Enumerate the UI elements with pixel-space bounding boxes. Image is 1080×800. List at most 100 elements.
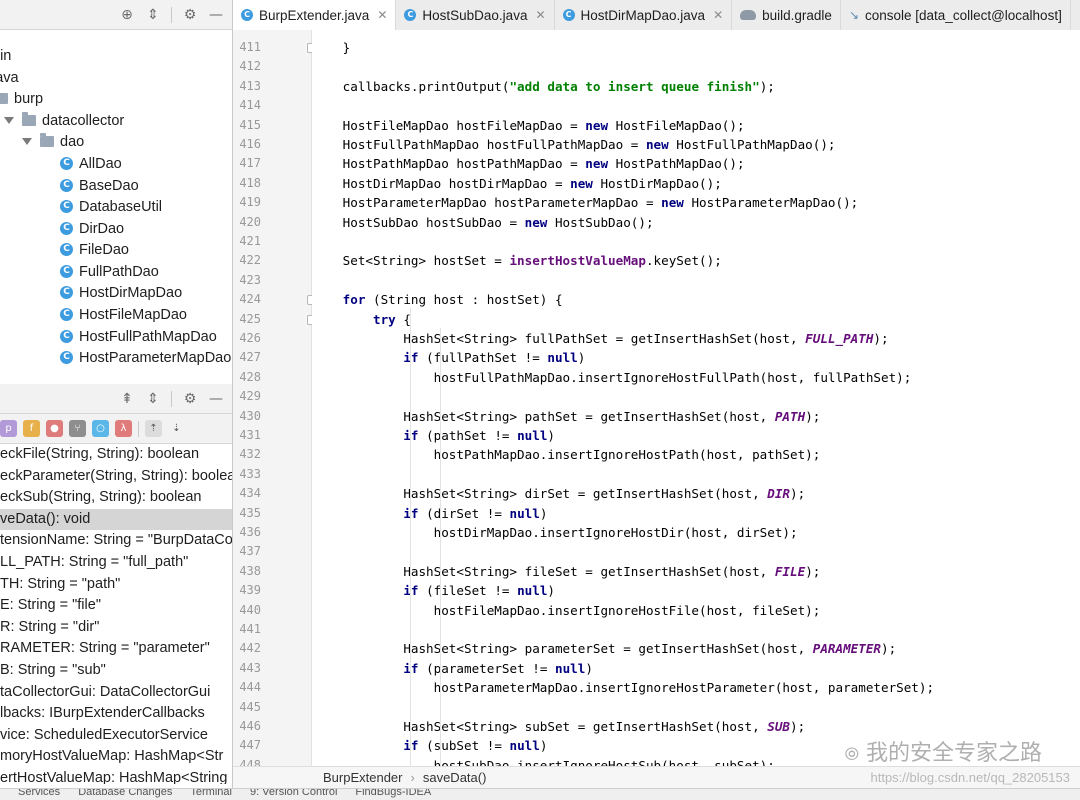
class-icon: C (60, 330, 73, 343)
structure-member[interactable]: RAMETER: String = "parameter" (0, 638, 232, 660)
editor-tab[interactable]: C HostSubDao.java ✕ (396, 0, 555, 30)
tree-item-dirdao[interactable]: C DirDao (60, 218, 124, 239)
code-line: if (fileSet != null) (312, 581, 555, 600)
tree-item-label: AllDao (79, 155, 122, 172)
structure-member[interactable]: moryHostValueMap: HashMap<Str (0, 746, 232, 768)
tool-window-button[interactable]: Terminal (190, 789, 232, 798)
tree-item-ain[interactable]: ain (0, 45, 11, 66)
line-number: 416 (239, 137, 261, 151)
code-token: { (395, 311, 411, 327)
code-token: HostFullPathMapDao hostFullPathMapDao = (312, 137, 646, 152)
show-properties-icon[interactable]: p (0, 420, 17, 437)
structure-member[interactable]: eckParameter(String, String): boolea (0, 466, 232, 488)
line-number: 414 (239, 98, 261, 113)
code-token: new (524, 214, 548, 230)
close-icon[interactable]: ✕ (377, 8, 387, 22)
minimize-icon[interactable]: — (208, 7, 224, 23)
tree-item-hostfilemapdao[interactable]: C HostFileMapDao (60, 304, 187, 325)
collapse-all-icon[interactable]: ⇕ (145, 7, 161, 23)
line-number: 434 (239, 486, 261, 501)
editor-tab[interactable]: C BurpExtender.java ✕ (233, 0, 397, 30)
close-icon[interactable]: ✕ (535, 8, 545, 22)
structure-member[interactable]: LL_PATH: String = "full_path" (0, 552, 232, 574)
autoscroll-from-source-icon[interactable]: ⇣ (168, 420, 185, 437)
tool-window-button[interactable]: FindBugs-IDEA (355, 789, 431, 798)
line-gutter: 411 412 413 414 415 416 417 418 419 420 421 422 423 4… (233, 30, 317, 772)
structure-member[interactable]: tensionName: String = "BurpDataCo (0, 530, 232, 552)
structure-member[interactable]: E: String = "file" (0, 595, 232, 617)
code-token: ); (805, 563, 821, 579)
tree-item-hostparametermapdao[interactable]: C HostParameterMapDao (60, 347, 231, 368)
editor-tab[interactable]: C HostDirMapDao.java ✕ (555, 0, 733, 30)
code-token: hostParameterMapDao.insertIgnoreHostPara… (312, 680, 935, 696)
gear-icon[interactable]: ⚙ (182, 391, 198, 407)
show-non-public-icon[interactable]: ● (46, 420, 63, 437)
structure-member[interactable]: eckSub(String, String): boolean (0, 487, 232, 509)
show-anonymous-icon[interactable]: ○ (92, 420, 109, 437)
tool-window-button[interactable]: Services (18, 789, 60, 798)
tab-label: HostDirMapDao.java (580, 7, 706, 23)
chevron-down-icon[interactable] (4, 117, 14, 124)
minimize-icon[interactable]: — (208, 391, 224, 407)
code-token: ); (881, 641, 897, 657)
chevron-down-icon[interactable] (22, 138, 32, 145)
structure-member[interactable]: eckFile(String, String): boolean (0, 444, 232, 466)
code-line: HostPathMapDao hostPathMapDao = new Host… (312, 154, 745, 173)
structure-member[interactable]: lbacks: IBurpExtenderCallbacks (0, 703, 232, 725)
code-token: new (570, 175, 593, 191)
expand-all-icon[interactable]: ⇞ (119, 391, 135, 407)
code-token: ) (585, 660, 593, 676)
collapse-all-icon[interactable]: ⇕ (145, 391, 161, 407)
breadcrumb-item[interactable]: saveData() (423, 770, 487, 785)
code-editor[interactable]: } callbacks.printOutput("add data to ins… (312, 30, 1080, 766)
toolbar-divider (171, 390, 172, 407)
package-icon (40, 133, 54, 147)
tool-window-button[interactable]: Database Changes (78, 789, 172, 798)
code-token: ) (539, 738, 548, 754)
package-icon (0, 93, 8, 104)
tree-item-filedao[interactable]: C FileDao (60, 239, 129, 260)
tree-item-databaseutil[interactable]: C DatabaseUtil (60, 196, 162, 217)
tool-window-button[interactable]: 9: Version Control (250, 789, 337, 798)
structure-member[interactable]: B: String = "sub" (0, 660, 232, 682)
tree-item-basedao[interactable]: C BaseDao (60, 175, 139, 196)
gear-icon[interactable]: ⚙ (182, 7, 198, 23)
tree-item-alldao[interactable]: C AllDao (60, 153, 122, 174)
locate-icon[interactable]: ⊕ (119, 7, 135, 23)
tree-item-burp[interactable]: burp (0, 88, 43, 109)
structure-member[interactable]: TH: String = "path" (0, 574, 232, 596)
line-number: 428 (239, 369, 261, 384)
structure-member[interactable]: veData(): void (0, 508, 232, 531)
code-token: (fileSet != (418, 583, 518, 599)
show-fields-icon[interactable]: f (23, 420, 40, 437)
line-number: 430 (239, 408, 261, 423)
code-line: if (pathSet != null) (312, 426, 555, 445)
code-line: HostFullPathMapDao hostFullPathMapDao = … (312, 135, 836, 154)
line-number: 443 (239, 660, 261, 675)
tree-item-label: HostDirMapDao (79, 284, 183, 301)
tree-item-dao[interactable]: dao (22, 131, 84, 152)
structure-member[interactable]: R: String = "dir" (0, 617, 232, 639)
code-line: Set<String> hostSet = insertHostValueMap… (312, 251, 722, 270)
breadcrumb-item[interactable]: BurpExtender (323, 770, 403, 785)
close-icon[interactable]: ✕ (713, 8, 723, 22)
code-token: (fullPathSet != (418, 350, 548, 366)
code-token: HashSet<String> fileSet = getInsertHashS… (312, 563, 775, 579)
code-token: null (517, 583, 548, 599)
tree-item-hostfullpathmapdao[interactable]: C HostFullPathMapDao (60, 326, 217, 347)
line-number: 432 (239, 447, 261, 462)
show-lambdas-icon[interactable]: λ (115, 420, 132, 437)
tree-item-hostdirmapdao[interactable]: C HostDirMapDao (60, 282, 182, 303)
show-inherited-icon[interactable]: ⑂ (69, 420, 86, 437)
editor-tab[interactable]: ↘ console [data_collect@localhost] (841, 0, 1071, 30)
tree-item-java[interactable]: java (0, 67, 19, 88)
code-token: HashSet<String> dirSet = getInsertHashSe… (312, 486, 768, 502)
autoscroll-to-source-icon[interactable]: ⇡ (145, 420, 162, 437)
line-number: 417 (239, 156, 261, 171)
tree-item-datacollector[interactable]: datacollector (4, 110, 124, 131)
structure-member[interactable]: vice: ScheduledExecutorService (0, 725, 232, 747)
editor-tab[interactable]: build.gradle (732, 0, 841, 30)
structure-member[interactable]: ertHostValueMap: HashMap<String (0, 768, 232, 784)
structure-member[interactable]: taCollectorGui: DataCollectorGui (0, 682, 232, 704)
tree-item-fullpathdao[interactable]: C FullPathDao (60, 261, 159, 282)
